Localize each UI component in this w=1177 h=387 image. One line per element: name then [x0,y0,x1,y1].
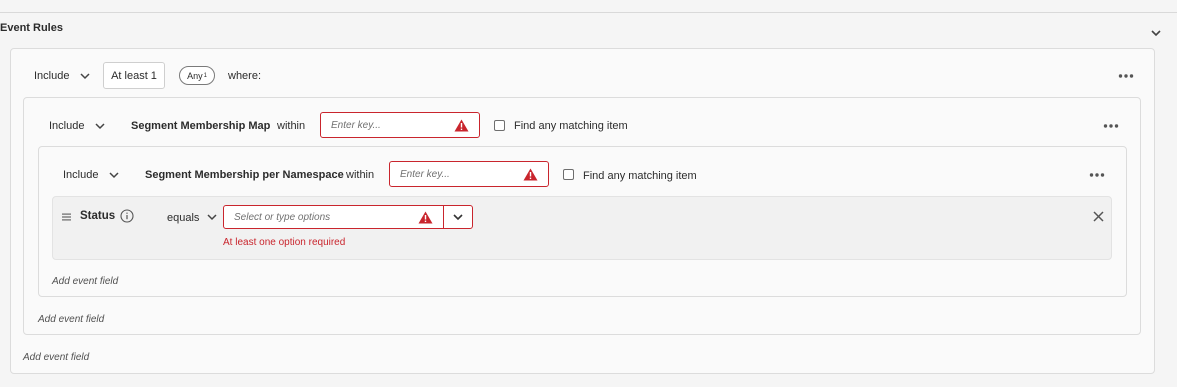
outer-include-label[interactable]: Include [34,69,69,83]
chevron-down-icon [453,214,463,221]
section-title: Event Rules [0,22,63,34]
any-toggle[interactable]: Any 1 [179,66,215,85]
inner-find-any-label: Find any matching item [583,170,697,182]
collapse-chevron-icon[interactable] [1149,26,1163,40]
chevron-down-icon[interactable] [109,171,119,179]
warning-icon [454,119,469,132]
inner-find-any-checkbox[interactable] [563,169,574,180]
chevron-down-icon[interactable] [207,213,217,221]
more-icon[interactable] [1118,73,1134,79]
any-count: 1 [203,72,207,79]
inner-key-input[interactable]: Enter key... [389,161,549,187]
status-options-placeholder: Select or type options [234,211,331,223]
more-icon[interactable] [1089,172,1105,178]
mid-within-label: within [277,120,306,132]
status-field-label: Status [80,210,116,222]
mid-key-placeholder: Enter key... [331,119,381,131]
status-options-input[interactable]: Select or type options [223,205,444,229]
drag-handle-icon[interactable] [62,213,71,221]
count-selector-button[interactable]: At least 1 [103,62,165,89]
mid-include-label[interactable]: Include [49,119,84,133]
info-icon[interactable] [120,209,134,223]
status-options-dropdown-button[interactable] [443,205,473,229]
top-divider [0,12,1177,13]
close-icon[interactable] [1093,211,1104,222]
status-field-row [52,196,1112,260]
more-icon[interactable] [1103,123,1119,129]
segment-map-field-name: Segment Membership Map [131,120,271,132]
inner-key-placeholder: Enter key... [400,168,450,180]
inner-include-label[interactable]: Include [63,168,98,182]
chevron-down-icon[interactable] [95,122,105,130]
inner-add-event-field[interactable]: Add event field [52,276,118,287]
any-label: Any [187,70,203,81]
operator-select-label[interactable]: equals [167,211,199,225]
mid-find-any-label: Find any matching item [514,120,628,132]
chevron-down-icon[interactable] [80,72,90,80]
count-selector-label: At least 1 [111,69,157,82]
warning-icon [523,168,538,181]
segment-namespace-field-name: Segment Membership per Namespace [145,169,344,181]
warning-icon [418,211,433,224]
mid-find-any-checkbox[interactable] [494,120,505,131]
outer-add-event-field[interactable]: Add event field [23,352,89,363]
mid-key-input[interactable]: Enter key... [320,112,480,138]
status-error-message: At least one option required [223,237,346,248]
mid-add-event-field[interactable]: Add event field [38,314,104,325]
inner-within-label: within [346,169,375,181]
where-label: where: [228,70,262,82]
